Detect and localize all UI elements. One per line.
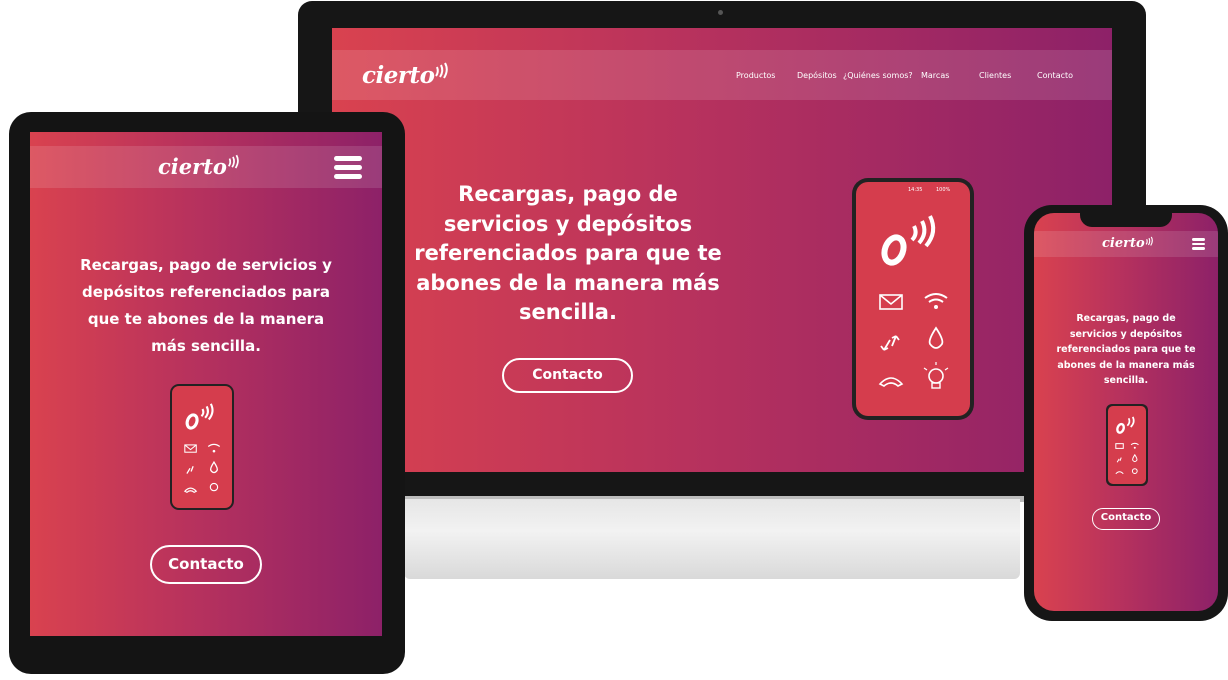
tablet-contact-button[interactable]: Contacto bbox=[150, 545, 262, 584]
tablet-logo[interactable]: cierto bbox=[158, 154, 239, 179]
nav-depositos[interactable]: Depósitos bbox=[797, 71, 837, 80]
desktop-screen: cierto Productos Depósitos ¿Quiénes somo… bbox=[332, 28, 1112, 472]
mobile-logo[interactable]: cierto bbox=[1102, 236, 1153, 251]
nav-contacto[interactable]: Contacto bbox=[1037, 71, 1073, 80]
signal-waves-icon bbox=[1145, 236, 1153, 246]
logo-text: cierto bbox=[1102, 236, 1145, 251]
nav-quienes-somos[interactable]: ¿Quiénes somos? bbox=[843, 71, 913, 80]
tablet-hero-text: Recargas, pago de servicios y depósitos … bbox=[80, 256, 332, 355]
logo-text: cierto bbox=[362, 62, 435, 89]
phone-app-icons bbox=[878, 215, 949, 389]
transfer-arrows-icon bbox=[880, 335, 900, 351]
mobile-notch bbox=[1080, 211, 1172, 227]
water-drop-icon bbox=[928, 326, 944, 349]
mobile-phone-illustration bbox=[1106, 404, 1148, 486]
wifi-icon bbox=[924, 293, 948, 309]
webcam bbox=[718, 10, 723, 15]
desktop-logo[interactable]: cierto bbox=[362, 62, 449, 89]
logo-text: cierto bbox=[158, 154, 227, 179]
signal-waves-icon bbox=[227, 154, 239, 169]
light-bulb-icon bbox=[923, 362, 949, 389]
tablet-screen: cierto Recargas, pago de servicios y dep… bbox=[30, 132, 382, 636]
mail-icon bbox=[879, 294, 903, 310]
menu-icon[interactable] bbox=[334, 156, 362, 179]
nav-marcas[interactable]: Marcas bbox=[921, 71, 949, 80]
mobile-hero-text: Recargas, pago de servicios y depósitos … bbox=[1056, 313, 1196, 386]
nav-productos[interactable]: Productos bbox=[736, 71, 775, 80]
mobile-contact-button[interactable]: Contacto bbox=[1092, 508, 1160, 530]
signal-waves-icon bbox=[435, 62, 449, 79]
monitor-chin bbox=[404, 499, 1020, 579]
desktop-contact-button[interactable]: Contacto bbox=[502, 358, 633, 393]
app-logo-icon bbox=[881, 215, 936, 266]
desktop-phone-illustration: 14:35 100% bbox=[852, 178, 974, 420]
tablet-phone-illustration bbox=[170, 384, 234, 510]
phone-app-icons bbox=[1115, 416, 1139, 475]
phone-handset-icon bbox=[878, 377, 904, 387]
mobile-screen: cierto Recargas, pago de servicios y dep… bbox=[1034, 213, 1218, 611]
nav-clientes[interactable]: Clientes bbox=[979, 71, 1011, 80]
phone-app-icons bbox=[183, 403, 221, 493]
menu-icon[interactable] bbox=[1192, 238, 1205, 250]
desktop-hero-text: Recargas, pago de servicios y depósitos … bbox=[414, 182, 722, 324]
